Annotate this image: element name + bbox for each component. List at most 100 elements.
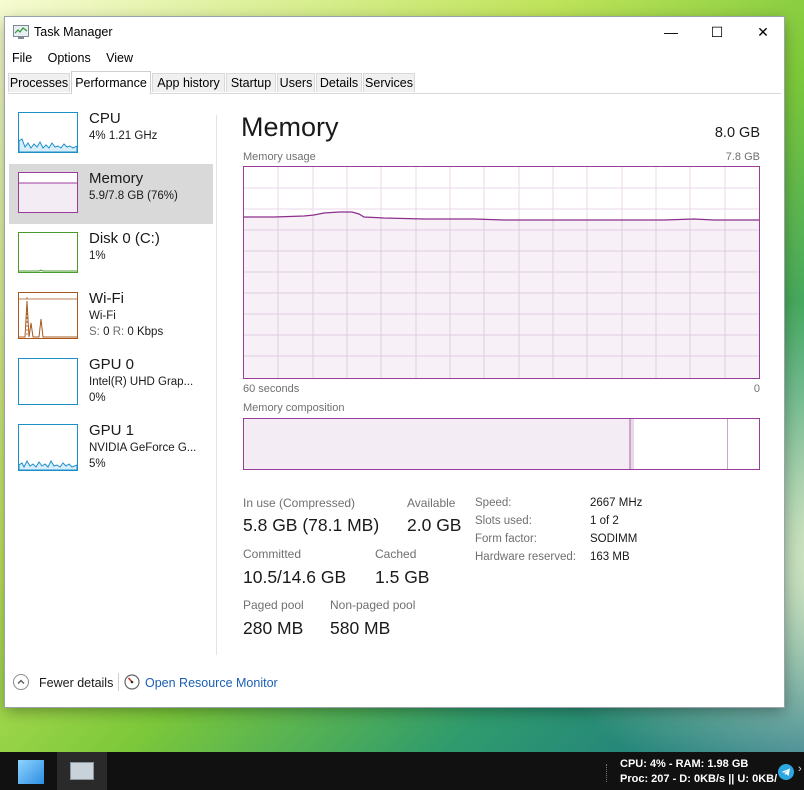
- committed-value: 10.5/14.6 GB: [243, 567, 347, 587]
- tab-processes[interactable]: Processes: [8, 73, 70, 92]
- footer-separator: [118, 673, 119, 691]
- composition-standby: [727, 419, 728, 469]
- slots-used-label: Slots used:: [475, 515, 532, 527]
- sidebar-item-gpu0[interactable]: GPU 0 Intel(R) UHD Grap... 0%: [9, 350, 213, 410]
- fewer-details-button[interactable]: Fewer details: [39, 676, 113, 690]
- cpu-thumbnail-graph: [18, 112, 78, 153]
- memory-usage-plot: [244, 167, 759, 378]
- available-label: Available: [407, 496, 456, 510]
- sidebar-item-label: GPU 0: [89, 356, 135, 373]
- in-use-label: In use (Compressed): [243, 496, 356, 510]
- committed-label: Committed: [243, 547, 302, 561]
- memory-usage-max: 7.8 GB: [725, 151, 760, 163]
- form-factor-value: SODIMM: [590, 533, 638, 545]
- menu-bar: File Options View: [5, 48, 137, 68]
- memory-composition-label: Memory composition: [243, 402, 345, 414]
- gpu0-thumbnail-graph: [18, 358, 78, 405]
- sidebar-item-usage: 5%: [89, 458, 106, 470]
- performance-sidebar: CPU 4% 1.21 GHz Memory 5.9/7.8 GB (76%) …: [5, 95, 217, 665]
- cached-value: 1.5 GB: [375, 567, 430, 587]
- title-bar[interactable]: Task Manager — ☐ ✕: [5, 17, 784, 47]
- tab-details[interactable]: Details: [316, 73, 362, 92]
- in-use-value: 5.8 GB (78.1 MB): [243, 515, 380, 535]
- graph-time-start: 60 seconds: [243, 383, 300, 395]
- memory-sparkline: [19, 182, 77, 212]
- sidebar-item-detail: 4% 1.21 GHz: [89, 130, 158, 142]
- sidebar-item-detail: Intel(R) UHD Grap...: [89, 376, 194, 388]
- disk-thumbnail-graph: [18, 232, 78, 273]
- total-memory: 8.0 GB: [714, 125, 760, 141]
- sidebar-item-label: GPU 1: [89, 422, 135, 439]
- sidebar-item-detail: Wi-Fi: [89, 310, 116, 322]
- system-monitor-line1: CPU: 4% - RAM: 1.98 GB: [620, 758, 749, 770]
- disk-sparkline: [19, 269, 77, 272]
- composition-modified: [631, 419, 634, 469]
- sidebar-item-detail: NVIDIA GeForce G...: [89, 442, 197, 454]
- sidebar-divider: [216, 115, 217, 655]
- memory-composition-bar: [243, 418, 760, 470]
- sidebar-item-label: Disk 0 (C:): [89, 230, 160, 247]
- open-resource-monitor-link[interactable]: Open Resource Monitor: [145, 676, 278, 690]
- sidebar-item-memory[interactable]: Memory 5.9/7.8 GB (76%): [9, 164, 213, 224]
- sidebar-item-detail: 1%: [89, 250, 106, 262]
- maximize-button[interactable]: ☐: [694, 17, 740, 47]
- non-paged-pool-value: 580 MB: [330, 618, 391, 638]
- tab-users[interactable]: Users: [277, 73, 315, 92]
- tray-separator: [606, 764, 609, 782]
- speed-value: 2667 MHz: [590, 497, 643, 509]
- non-paged-pool-label: Non-paged pool: [330, 598, 416, 612]
- paged-pool-label: Paged pool: [243, 598, 304, 612]
- wifi-sparkline: [19, 297, 77, 338]
- page-title: Memory: [241, 112, 339, 142]
- form-factor-label: Form factor:: [475, 533, 537, 545]
- gpu1-thumbnail-graph: [18, 424, 78, 471]
- pinned-app-icon[interactable]: [18, 760, 44, 784]
- task-manager-window: Task Manager — ☐ ✕ File Options View Pro…: [5, 17, 784, 707]
- tab-services[interactable]: Services: [363, 73, 415, 92]
- taskbar: CPU: 4% - RAM: 1.98 GB Proc: 207 - D: 0K…: [0, 752, 804, 790]
- sidebar-item-label: Memory: [89, 170, 144, 187]
- menu-options[interactable]: Options: [41, 48, 91, 65]
- chevron-up-circle-icon[interactable]: [13, 674, 29, 690]
- tab-app-history[interactable]: App history: [152, 73, 225, 92]
- menu-file[interactable]: File: [5, 48, 32, 65]
- memory-usage-graph: [243, 166, 760, 379]
- speed-label: Speed:: [475, 497, 512, 509]
- window-title: Task Manager: [34, 25, 113, 39]
- tab-startup[interactable]: Startup: [226, 73, 276, 92]
- sidebar-item-throughput: S: 0 R: 0 Kbps: [89, 326, 164, 338]
- sidebar-item-wifi[interactable]: Wi-Fi Wi-Fi S: 0 R: 0 Kbps: [9, 284, 213, 350]
- sidebar-item-disk[interactable]: Disk 0 (C:) 1%: [9, 224, 213, 284]
- gpu1-sparkline: [19, 459, 77, 470]
- sidebar-item-label: Wi-Fi: [89, 290, 124, 307]
- sidebar-item-usage: 0%: [89, 392, 106, 404]
- telegram-icon[interactable]: [778, 764, 794, 780]
- taskbar-task-manager-button[interactable]: [57, 752, 107, 790]
- close-button[interactable]: ✕: [740, 17, 786, 47]
- memory-usage-label: Memory usage: [243, 151, 316, 163]
- memory-thumbnail-graph: [18, 172, 78, 213]
- menu-view[interactable]: View: [99, 48, 133, 65]
- task-manager-app-icon: [13, 25, 29, 39]
- tab-performance[interactable]: Performance: [71, 71, 151, 94]
- sidebar-item-gpu1[interactable]: GPU 1 NVIDIA GeForce G... 5%: [9, 416, 213, 476]
- hardware-reserved-label: Hardware reserved:: [475, 551, 576, 563]
- footer-bar: Fewer details Open Resource Monitor: [5, 665, 784, 705]
- system-monitor-line2: Proc: 207 - D: 0KB/s || U: 0KB/: [620, 773, 778, 785]
- sidebar-item-label: CPU: [89, 110, 121, 127]
- cached-label: Cached: [375, 547, 417, 561]
- hardware-reserved-value: 163 MB: [590, 551, 630, 563]
- wifi-thumbnail-graph: [18, 292, 78, 339]
- sidebar-item-detail: 5.9/7.8 GB (76%): [89, 190, 178, 202]
- resource-monitor-icon[interactable]: [124, 674, 140, 690]
- minimize-button[interactable]: —: [648, 17, 694, 47]
- graph-time-end: 0: [753, 383, 760, 395]
- slots-used-value: 1 of 2: [590, 515, 619, 527]
- cpu-sparkline: [19, 138, 77, 152]
- composition-in-use: [244, 419, 631, 469]
- paged-pool-value: 280 MB: [243, 618, 304, 638]
- tab-strip: Processes Performance App history Startu…: [8, 71, 781, 94]
- tray-overflow-icon[interactable]: ›: [798, 763, 802, 775]
- available-value: 2.0 GB: [407, 515, 462, 535]
- sidebar-item-cpu[interactable]: CPU 4% 1.21 GHz: [9, 104, 213, 164]
